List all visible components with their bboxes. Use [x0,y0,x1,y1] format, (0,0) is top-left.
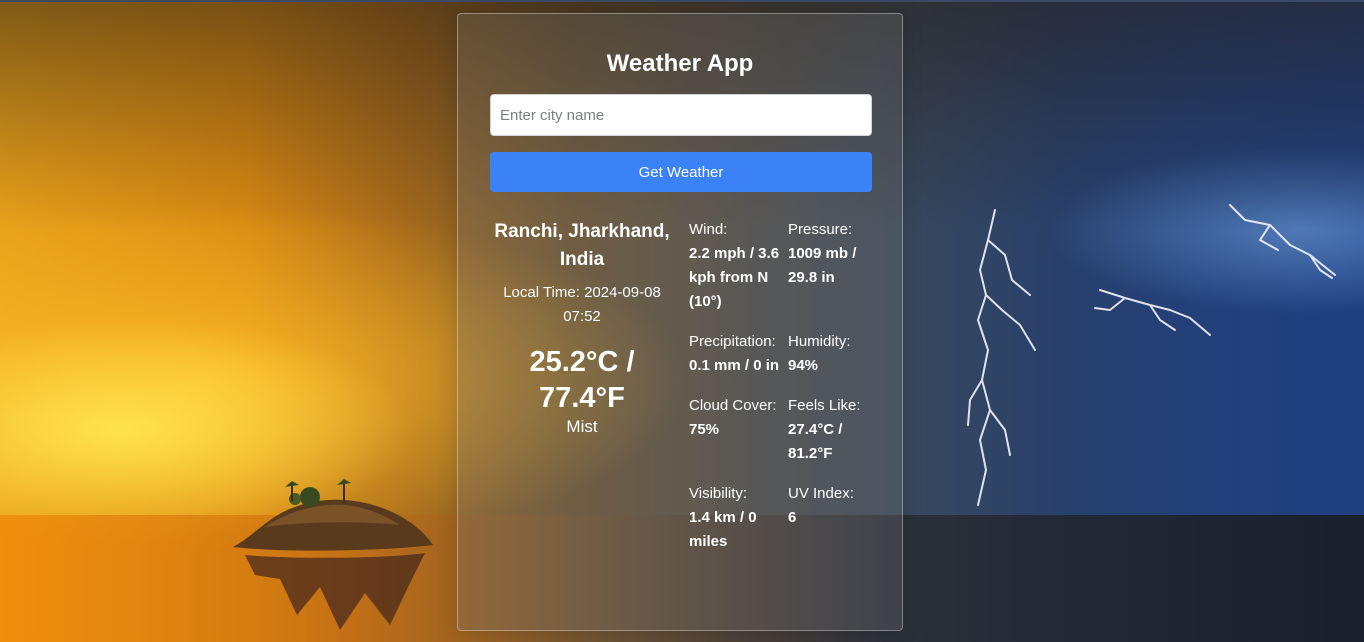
island-illustration [233,479,433,630]
city-input[interactable] [490,94,872,136]
stat-uv-index: UV Index: 6 [788,482,878,554]
weather-summary: Ranchi, Jharkhand, India Local Time: 202… [486,218,678,438]
stat-label: Precipitation: [689,333,776,350]
lightning-illustration [967,204,1336,506]
stat-wind: Wind: 2.2 mph / 3.6 kph from N (10°) [689,218,788,314]
stat-cloud-cover: Cloud Cover: 75% [689,394,788,466]
stat-value: 2.2 mph / 3.6 kph from N (10°) [689,245,780,310]
stat-value: 94% [788,357,819,374]
weather-card: Weather App Get Weather Ranchi, Jharkhan… [457,13,903,631]
location-name: Ranchi, Jharkhand, India [494,221,670,270]
app-title: Weather App [606,50,754,77]
get-weather-button[interactable]: Get Weather [490,152,872,192]
stat-value: 6 [788,509,797,526]
stat-humidity: Humidity: 94% [788,330,878,378]
stat-label: Visibility: [689,485,748,502]
stat-label: Wind: [689,221,728,238]
stat-visibility: Visibility: 1.4 km / 0 miles [689,482,788,554]
local-time: Local Time: 2024-09-08 07:52 [486,281,678,329]
stat-value: 75% [689,421,720,438]
stat-label: UV Index: [788,485,854,502]
stat-value: 0.1 mm / 0 in [689,357,780,374]
stat-precipitation: Precipitation: 0.1 mm / 0 in [689,330,788,378]
local-time-label: Local Time: [503,284,580,301]
temperature: 25.2°C / 77.4°F [529,346,635,414]
stat-pressure: Pressure: 1009 mb / 29.8 in [788,218,878,314]
stat-value: 1.4 km / 0 miles [689,509,757,550]
stat-label: Cloud Cover: [689,397,777,414]
top-border [0,0,1364,2]
weather-condition: Mist [566,417,598,436]
stat-label: Feels Like: [788,397,861,414]
stat-label: Humidity: [788,333,851,350]
stat-value: 27.4°C / 81.2°F [788,421,843,462]
weather-stats: Wind: 2.2 mph / 3.6 kph from N (10°) Pre… [689,218,889,570]
stat-feels-like: Feels Like: 27.4°C / 81.2°F [788,394,878,466]
stat-value: 1009 mb / 29.8 in [788,245,857,286]
stat-label: Pressure: [788,221,853,238]
